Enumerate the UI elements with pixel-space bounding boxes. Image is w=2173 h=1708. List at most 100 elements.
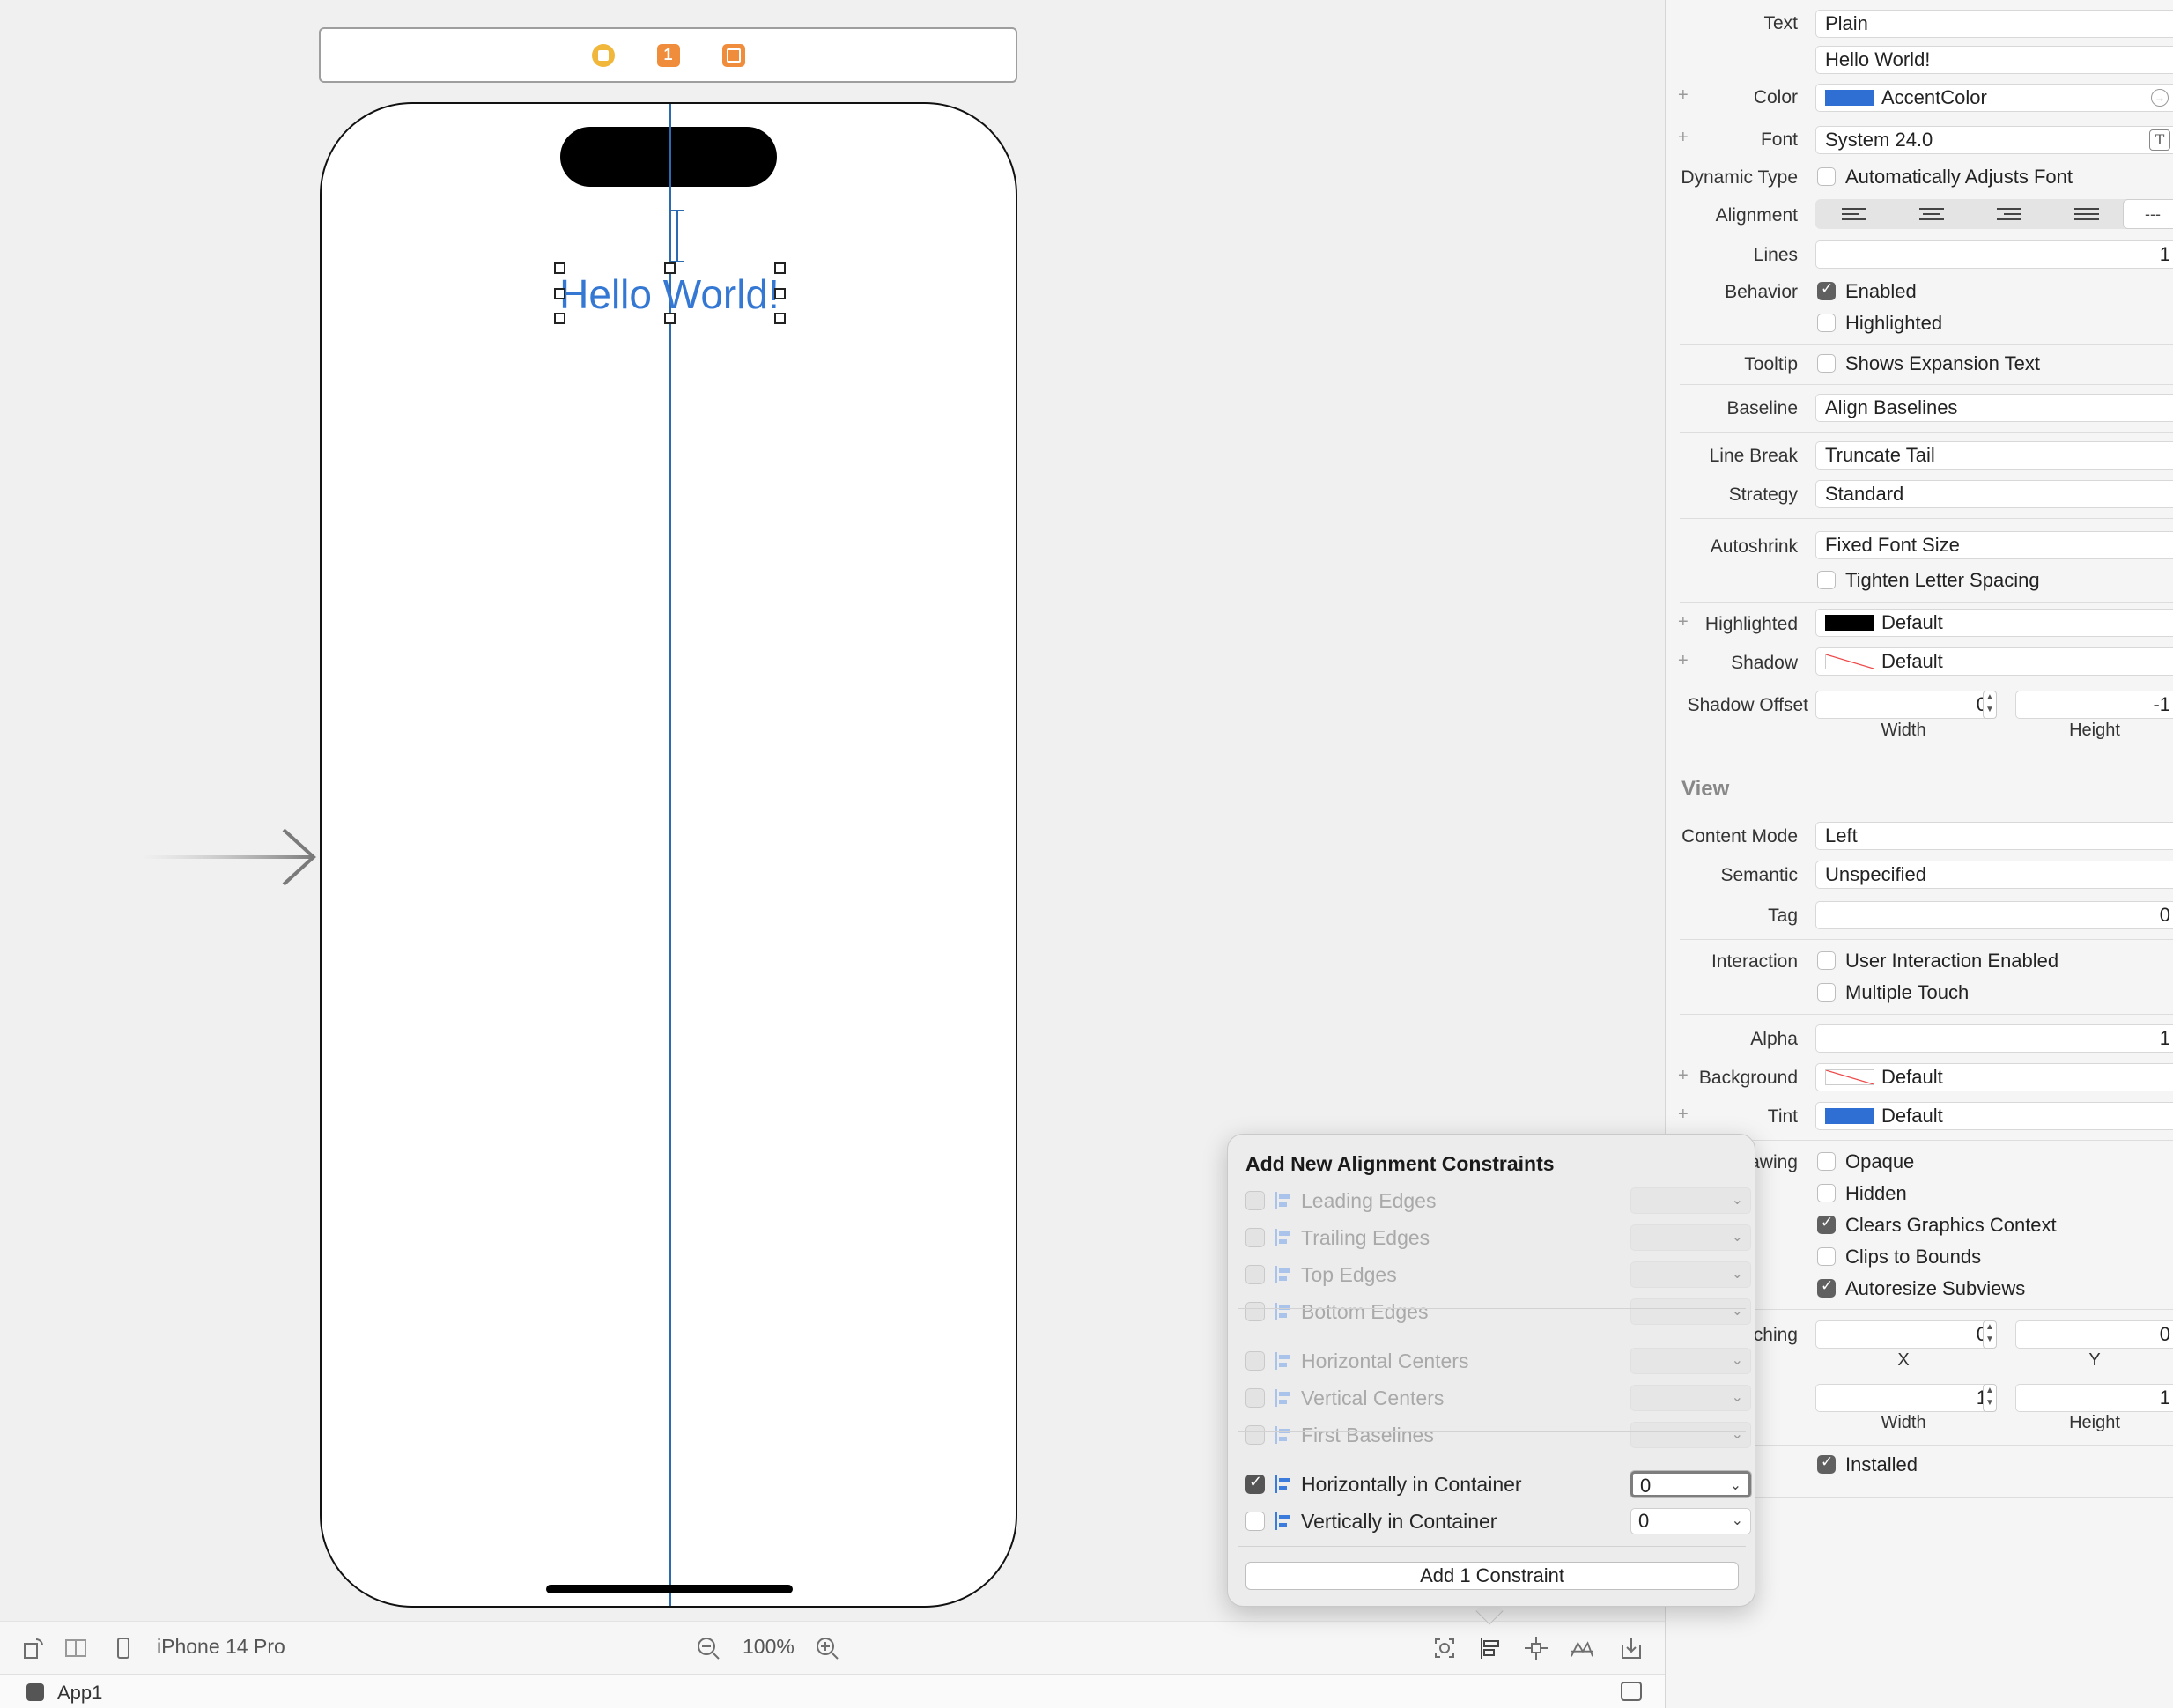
constraint-checkbox[interactable] [1245, 1473, 1265, 1494]
text-value-field[interactable]: Hello World! [1815, 46, 2173, 74]
constraint-checkbox[interactable] [1245, 1425, 1265, 1445]
stretching-height-field[interactable]: 1 [2015, 1384, 2173, 1412]
align-natural-button[interactable]: --- [2123, 199, 2173, 229]
embed-in-icon[interactable] [1619, 1636, 1644, 1660]
semantic-popup[interactable]: Unspecified [1815, 861, 2173, 889]
constraint-checkbox[interactable] [1245, 1191, 1265, 1210]
constraint-constant-popup[interactable]: ⌄ [1630, 1385, 1751, 1411]
update-frames-icon[interactable] [1432, 1636, 1457, 1660]
constraint-constant-popup[interactable]: 0 ⌄ [1630, 1508, 1751, 1534]
font-picker-icon[interactable]: T [2149, 129, 2170, 151]
zoom-in-icon[interactable] [815, 1636, 839, 1660]
auto-adjusts-font-checkbox[interactable] [1817, 167, 1836, 186]
stepper-icon[interactable]: ▲ ▼ [1983, 691, 1997, 719]
add-constraint-button[interactable]: Add 1 Constraint [1245, 1562, 1739, 1590]
constraint-constant-popup[interactable]: 0 ⌄ [1630, 1471, 1751, 1497]
resize-handle[interactable] [774, 313, 786, 324]
constraint-checkbox[interactable] [1245, 1228, 1265, 1247]
line-break-popup[interactable]: Truncate Tail [1815, 441, 2173, 470]
alpha-field[interactable]: 1 [1815, 1024, 2173, 1053]
iphone-frame[interactable]: Hello World! [320, 102, 1017, 1608]
font-field[interactable]: System 24.0 T [1815, 126, 2173, 154]
autoresize-subviews-checkbox[interactable] [1817, 1277, 1836, 1298]
stretching-y-field[interactable]: 0 [2015, 1320, 2173, 1349]
panel-toggle-icon[interactable] [1621, 1682, 1642, 1701]
constraint-constant-popup[interactable]: ⌄ [1630, 1261, 1751, 1288]
shadow-offset-label: Shadow Offset [1687, 695, 1808, 715]
orientation-icon[interactable] [21, 1636, 46, 1660]
tint-color-popup[interactable]: Default [1815, 1102, 2173, 1130]
resize-handle[interactable] [664, 313, 676, 324]
tooltip-label: Tooltip [1744, 354, 1798, 374]
arrow-circle-icon[interactable]: → [2151, 89, 2169, 107]
entry-point-arrow[interactable] [141, 826, 317, 888]
align-icon[interactable] [1478, 1636, 1503, 1660]
constraint-constant-popup[interactable]: ⌄ [1630, 1224, 1751, 1251]
resize-handle[interactable] [554, 288, 565, 299]
zoom-level[interactable]: 100% [743, 1635, 795, 1659]
zoom-out-icon[interactable] [696, 1636, 721, 1660]
user-interaction-checkbox[interactable] [1817, 951, 1836, 970]
shadow-offset-height-field[interactable]: -1 [2015, 691, 2173, 719]
constraint-row: Horizontally in Container0⌄ [1245, 1468, 1751, 1499]
constraint-constant-popup[interactable]: ⌄ [1630, 1348, 1751, 1374]
resize-handle[interactable] [664, 262, 676, 274]
constraint-checkbox[interactable] [1245, 1302, 1265, 1321]
constraint-constant-popup[interactable]: ⌄ [1630, 1422, 1751, 1448]
add-constraints-icon[interactable] [1524, 1636, 1548, 1660]
split-view-icon[interactable] [63, 1636, 88, 1660]
baseline-popup[interactable]: Align Baselines [1815, 394, 2173, 422]
clips-bounds-checkbox[interactable] [1817, 1247, 1836, 1266]
align-left-button[interactable] [1815, 199, 1893, 229]
exit-icon[interactable] [721, 43, 745, 67]
view-controller-icon[interactable] [591, 43, 615, 67]
chevron-down-icon: ⌄ [1729, 1478, 1741, 1493]
shadow-offset-width-field[interactable]: 0 [1815, 691, 1992, 719]
align-right-button[interactable] [1970, 199, 2048, 229]
background-color-popup[interactable]: Default [1815, 1063, 2173, 1091]
color-popup[interactable]: AccentColor → [1815, 84, 2173, 112]
stepper-icon[interactable]: ▲ ▼ [1983, 1384, 1997, 1412]
autoshrink-popup[interactable]: Fixed Font Size [1815, 531, 2173, 559]
device-icon[interactable] [111, 1636, 136, 1660]
opaque-checkbox[interactable] [1817, 1152, 1836, 1171]
constraint-checkbox[interactable] [1245, 1351, 1265, 1371]
text-type-popup[interactable]: Plain [1815, 10, 2173, 38]
resize-handle[interactable] [554, 313, 565, 324]
installed-checkbox[interactable] [1817, 1453, 1836, 1474]
height-sublabel: Height [2069, 721, 2120, 740]
align-justify-button[interactable] [2048, 199, 2125, 229]
shadow-color-popup[interactable]: Default [1815, 647, 2173, 676]
constraint-checkbox[interactable] [1245, 1512, 1265, 1531]
content-mode-popup[interactable]: Left [1815, 822, 2173, 850]
highlighted-checkbox[interactable] [1817, 314, 1836, 332]
constraint-ibeam [676, 211, 678, 261]
resolve-issues-icon[interactable] [1570, 1636, 1594, 1660]
constraint-constant-popup[interactable]: ⌄ [1630, 1298, 1751, 1325]
tag-field[interactable]: 0 [1815, 901, 2173, 929]
hidden-checkbox[interactable] [1817, 1184, 1836, 1202]
clears-context-checkbox[interactable] [1817, 1214, 1836, 1234]
highlighted-color-popup[interactable]: Default [1815, 609, 2173, 637]
shows-expansion-checkbox[interactable] [1817, 354, 1836, 373]
constraint-constant-popup[interactable]: ⌄ [1630, 1187, 1751, 1214]
align-center-button[interactable] [1893, 199, 1970, 229]
align-left-icon [1842, 207, 1866, 221]
first-responder-icon[interactable]: 1 [656, 43, 680, 67]
lines-field[interactable]: 1 [1815, 240, 2173, 269]
resize-handle[interactable] [554, 262, 565, 274]
multiple-touch-checkbox[interactable] [1817, 983, 1836, 1002]
constraint-checkbox[interactable] [1245, 1388, 1265, 1408]
tighten-spacing-checkbox[interactable] [1817, 571, 1836, 589]
constraint-checkbox[interactable] [1245, 1265, 1265, 1284]
enabled-checkbox[interactable] [1817, 280, 1836, 300]
stretching-width-field[interactable]: 1 [1815, 1384, 1992, 1412]
stepper-icon[interactable]: ▲ ▼ [1983, 1320, 1997, 1349]
app-target-name[interactable]: App1 [57, 1682, 102, 1704]
resize-handle[interactable] [774, 262, 786, 274]
text-label: Text [1763, 13, 1798, 33]
resize-handle[interactable] [774, 288, 786, 299]
strategy-popup[interactable]: Standard [1815, 480, 2173, 508]
device-selector[interactable]: iPhone 14 Pro [157, 1635, 285, 1659]
stretching-x-field[interactable]: 0 [1815, 1320, 1992, 1349]
